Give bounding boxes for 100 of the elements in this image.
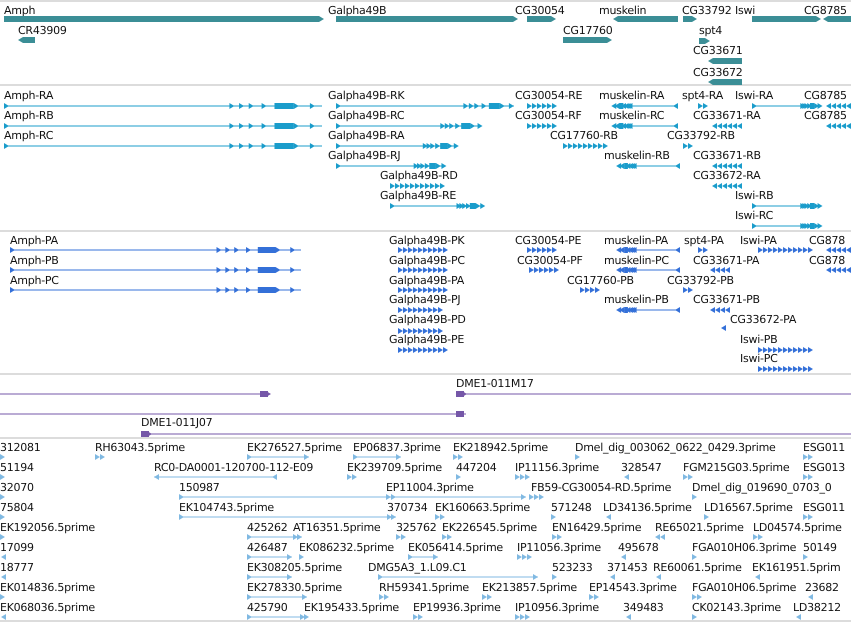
transcript-label: CG30054-RE <box>515 89 582 102</box>
est-label: 23682 <box>805 581 839 594</box>
transcript-label: Galpha49B-RJ <box>328 149 400 162</box>
transcript-label: CG33792-RB <box>667 129 735 142</box>
est-label: CK02143.3prime <box>692 601 781 614</box>
est-label: 328547 <box>621 461 662 474</box>
gene-label: CG33671 <box>693 44 742 57</box>
transcript-label: CG17760-RB <box>550 129 618 142</box>
est-label: 425790 <box>247 601 288 614</box>
est-label: 495678 <box>618 541 658 554</box>
transcript-label: muskelin-RA <box>599 89 664 102</box>
gene-label: CG30054 <box>515 4 564 17</box>
est-label: EK195433.5prime <box>304 601 399 614</box>
est-label: 51194 <box>0 461 34 474</box>
gene-label: Amph <box>4 4 36 17</box>
protein-label: CG33792-PB <box>667 274 734 287</box>
est-label: FGM215G03.5prime <box>683 461 790 474</box>
transcript-label: Iswi-RB <box>735 189 774 202</box>
est-label: 371453 <box>607 561 648 574</box>
transcript-label: CG8785 <box>804 109 847 122</box>
est-label: Dmel_dig_019690_0703_0 <box>692 481 832 494</box>
protein-label: CG33672-PA <box>730 313 796 326</box>
est-label: EK278330.5prime <box>247 581 342 594</box>
est-label: DMG5A3_1.L09.C1 <box>368 561 467 574</box>
transcript-label: Galpha49B-RA <box>328 129 404 142</box>
est-label: 312081 <box>0 441 40 454</box>
est-label: EP19936.3prime <box>413 601 501 614</box>
est-label: 571248 <box>551 501 592 514</box>
est-label: EK239709.5prime <box>347 461 442 474</box>
est-label: ESG013 <box>803 461 845 474</box>
est-label: 17099 <box>0 541 34 554</box>
transcript-label: Iswi-RC <box>735 209 774 222</box>
est-label: EP14543.3prime <box>589 581 677 594</box>
gene-label: CG33672 <box>693 66 742 79</box>
est-label: 32070 <box>0 481 34 494</box>
est-label: EK104743.5prime <box>179 501 274 514</box>
est-label: EK213857.5prime <box>482 581 577 594</box>
est-label: IP10956.3prime <box>515 601 599 614</box>
est-label: LD16567.5prime <box>704 501 793 514</box>
est-label: EN16429.5prime <box>552 521 642 534</box>
est-label: EK086232.5prime <box>299 541 394 554</box>
est-label: 150987 <box>179 481 220 494</box>
est-label: EK068036.5prime <box>0 601 95 614</box>
clone-label: DME1-011J07 <box>141 416 212 429</box>
protein-label: CG878 <box>809 254 845 267</box>
protein-label: Galpha49B-PJ <box>389 293 460 306</box>
est-label: 426487 <box>247 541 288 554</box>
protein-label: CG33671-PA <box>693 254 760 267</box>
protein-label: CG30054-PE <box>515 234 582 247</box>
est-label: EK308205.5prime <box>247 561 342 574</box>
transcript-label: muskelin-RC <box>599 109 664 122</box>
est-label: FGA010H06.5prime <box>692 581 796 594</box>
est-label: AT16351.5prime <box>293 521 380 534</box>
transcript-label: CG33672-RA <box>693 169 760 182</box>
transcript-label: muskelin-RB <box>604 149 670 162</box>
est-label: FGA010H06.3prime <box>692 541 796 554</box>
est-label: 325762 <box>396 521 436 534</box>
est-label: Dmel_dig_003062_0622_0429.3prime <box>575 441 776 454</box>
protein-label: Galpha49B-PC <box>389 254 465 267</box>
protein-label: CG17760-PB <box>567 274 634 287</box>
est-label: RE60061.5prime <box>653 561 742 574</box>
est-label: EK226545.5prime <box>442 521 537 534</box>
protein-label: CG30054-PF <box>517 254 583 267</box>
est-label: LD38212 <box>793 601 841 614</box>
est-label: EK161951.5prim <box>752 561 840 574</box>
transcript-label: CG30054-RF <box>515 109 582 122</box>
est-label: LD04574.5prime <box>753 521 842 534</box>
est-label: ESG011 <box>803 441 845 454</box>
protein-label: CG33671-PB <box>693 293 760 306</box>
gene-label: CG17760 <box>563 24 612 37</box>
transcript-label: Iswi-RA <box>735 89 773 102</box>
est-label: EK218942.5prime <box>453 441 548 454</box>
transcript-label: CG33671-RB <box>693 149 761 162</box>
protein-label: Amph-PB <box>10 254 59 267</box>
est-label: 370734 <box>387 501 428 514</box>
protein-label: Iswi-PB <box>740 333 778 346</box>
est-label: FB59-CG30054-RD.5prime <box>531 481 672 494</box>
protein-label: Galpha49B-PK <box>389 234 464 247</box>
protein-label: Iswi-PC <box>740 352 778 365</box>
est-label: 447204 <box>456 461 496 474</box>
est-label: EK192056.5prime <box>0 521 95 534</box>
transcript-label: Galpha49B-RK <box>328 89 404 102</box>
est-label: EP06837.3prime <box>353 441 441 454</box>
est-label: EK056414.5prime <box>408 541 503 554</box>
transcript-label: Amph-RC <box>4 129 54 142</box>
est-label: 425262 <box>247 521 288 534</box>
est-label: 349483 <box>623 601 664 614</box>
protein-label: Galpha49B-PE <box>389 333 464 346</box>
clone-label: DME1-011M17 <box>456 377 534 390</box>
transcript-label: CG33671-RA <box>693 109 760 122</box>
est-label: EP11004.3prime <box>386 481 474 494</box>
transcript-label: Amph-RB <box>4 109 54 122</box>
est-label: 75804 <box>0 501 34 514</box>
est-label: ESG011 <box>803 501 845 514</box>
protein-label: muskelin-PC <box>604 254 669 267</box>
est-label: RC0-DA0001-120700-112-E09 <box>154 461 314 474</box>
gene-label: Iswi <box>735 4 756 17</box>
est-label: LD34136.5prime <box>603 501 692 514</box>
protein-label: muskelin-PB <box>604 293 669 306</box>
gene-label: muskelin <box>599 4 646 17</box>
